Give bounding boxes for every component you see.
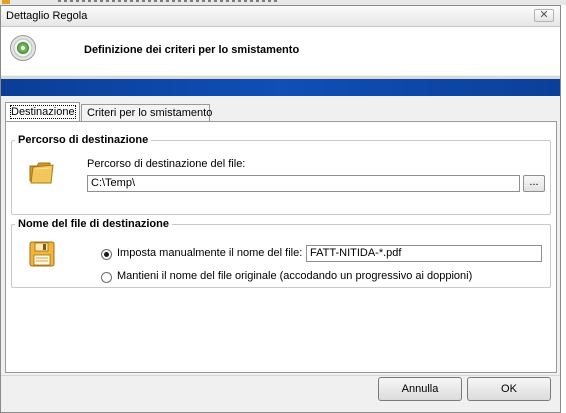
close-button[interactable]: ✕: [534, 9, 554, 22]
tab-destinazione[interactable]: Destinazione: [5, 102, 80, 121]
folder-icon: [29, 162, 54, 184]
manual-name-radio[interactable]: [101, 249, 112, 260]
browse-button[interactable]: ...: [523, 175, 545, 192]
title-bar[interactable]: Dettaglio Regola ✕: [1, 6, 560, 27]
cancel-button[interactable]: Annulla: [378, 377, 462, 401]
keep-original-radio[interactable]: [101, 272, 112, 283]
disc-gear-icon: [10, 35, 36, 61]
ok-button[interactable]: OK: [467, 377, 551, 401]
tab-label: Destinazione: [10, 105, 76, 119]
close-icon: ✕: [539, 9, 549, 21]
path-field-label: Percorso di destinazione del file:: [87, 158, 246, 170]
filename-group-title: Nome del file di destinazione: [18, 218, 169, 230]
header-title: Definizione dei criteri per lo smistamen…: [84, 44, 300, 56]
window-title: Dettaglio Regola: [6, 10, 88, 22]
destination-path-input[interactable]: C:\Temp\: [87, 175, 520, 192]
floppy-disk-icon: [29, 241, 55, 267]
destination-group: Percorso di destinazione Percorso di des…: [11, 134, 551, 215]
filename-group: Nome del file di destinazione Imposta ma…: [11, 218, 551, 288]
manual-filename-input[interactable]: FATT-NITIDA-*.pdf: [306, 245, 542, 262]
tab-label: Criteri per lo smistamento: [87, 107, 213, 119]
footer-separator: [1, 375, 560, 376]
destination-group-title: Percorso di destinazione: [18, 134, 149, 146]
tab-criteri[interactable]: Criteri per lo smistamento: [81, 104, 213, 121]
manual-name-label[interactable]: Imposta manualmente il nome del file:: [117, 247, 302, 259]
right-edge: [561, 5, 566, 413]
header-band: [1, 79, 560, 96]
background-icon: [2, 0, 10, 4]
background-text-fragment: [58, 0, 278, 2]
keep-original-label[interactable]: Mantieni il nome del file originale (acc…: [117, 270, 472, 282]
dialog-window: Dettaglio Regola ✕ Definizione dei crite…: [0, 5, 561, 413]
tab-panel: Percorso di destinazione Percorso di des…: [5, 121, 557, 373]
dialog-header: Definizione dei criteri per lo smistamen…: [1, 27, 560, 75]
